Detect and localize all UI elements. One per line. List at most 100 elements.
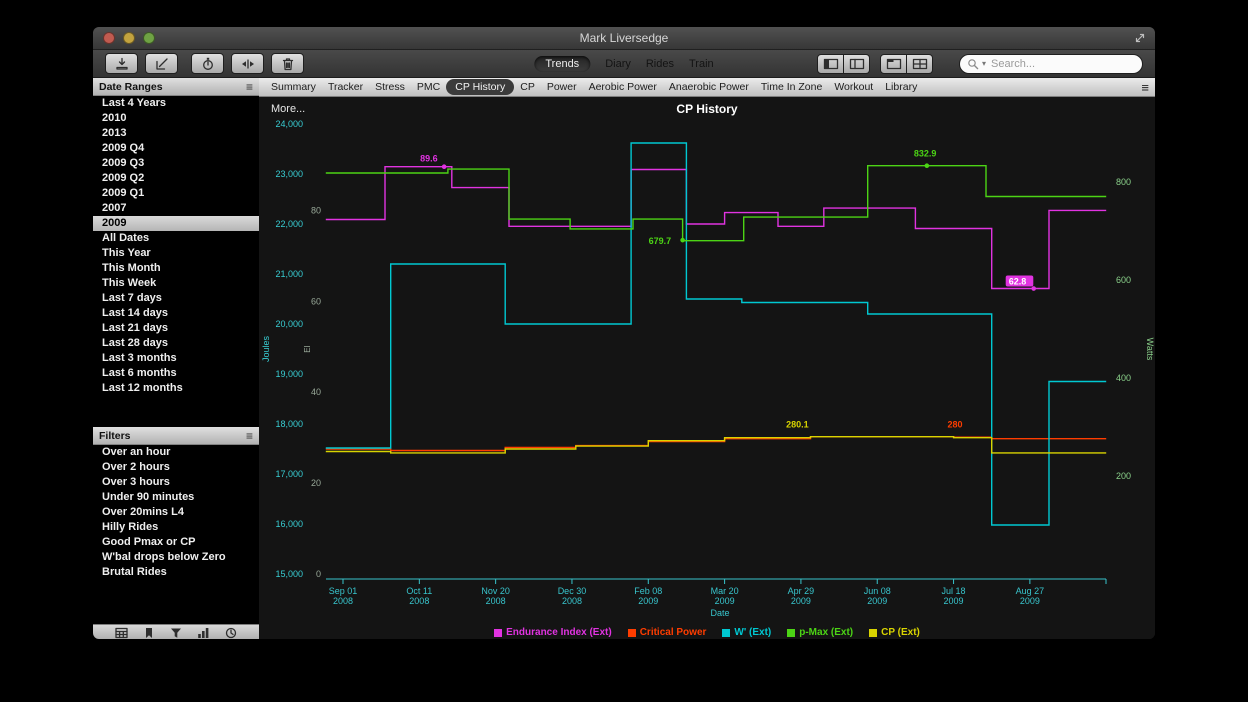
toggle-sidebar-button[interactable]	[817, 54, 844, 74]
date-ranges-title: Date Ranges	[99, 81, 163, 93]
segment-rides[interactable]: Rides	[646, 58, 674, 70]
tab-pmc[interactable]: PMC	[411, 80, 446, 94]
sidebar-item-last-28-days[interactable]: Last 28 days	[93, 336, 259, 351]
split-icon	[241, 57, 255, 71]
search-field[interactable]: ▾	[959, 54, 1143, 74]
sidebar-item-last-4-years[interactable]: Last 4 Years	[93, 96, 259, 111]
filter-item-hilly-rides[interactable]: Hilly Rides	[93, 520, 259, 535]
trash-icon	[281, 57, 295, 71]
delete-activity-button[interactable]	[271, 53, 304, 74]
sidebar-item-2010[interactable]: 2010	[93, 111, 259, 126]
svg-text:Sep 01: Sep 01	[329, 586, 358, 596]
sidebar-item-2007[interactable]: 2007	[93, 201, 259, 216]
sidebar-item-this-year[interactable]: This Year	[93, 246, 259, 261]
split-activity-button[interactable]	[231, 53, 264, 74]
svg-text:2009: 2009	[867, 596, 887, 606]
toggle-lowbar-button[interactable]	[844, 54, 870, 74]
sidebar-item-last-7-days[interactable]: Last 7 days	[93, 291, 259, 306]
date-ranges-header[interactable]: Date Ranges ≡	[93, 78, 259, 96]
filter-item-under-90-minutes[interactable]: Under 90 minutes	[93, 490, 259, 505]
toolbar: Trends Diary Rides Train	[93, 50, 1155, 78]
legend-label: p-Max (Ext)	[799, 627, 853, 638]
sidebar-item-last-14-days[interactable]: Last 14 days	[93, 306, 259, 321]
filter-item-over-2-hours[interactable]: Over 2 hours	[93, 460, 259, 475]
app-window: Mark Liversedge	[93, 27, 1155, 639]
close-button[interactable]	[103, 32, 115, 44]
calendar-icon[interactable]	[115, 627, 128, 639]
tab-aerobic-power[interactable]: Aerobic Power	[583, 80, 663, 94]
filter-item-over-an-hour[interactable]: Over an hour	[93, 445, 259, 460]
lowbar-icon	[849, 58, 865, 70]
filter-item-w-bal-drops-below-zero[interactable]: W'bal drops below Zero	[93, 550, 259, 565]
svg-text:Jun 08: Jun 08	[864, 586, 891, 596]
stopwatch-icon	[201, 57, 215, 71]
svg-text:62.8: 62.8	[1009, 277, 1027, 287]
legend-swatch	[869, 629, 877, 637]
segment-train[interactable]: Train	[689, 58, 714, 70]
sidebar-item-all-dates[interactable]: All Dates	[93, 231, 259, 246]
svg-text:Mar 20: Mar 20	[711, 586, 739, 596]
sidebar-item-2009-q2[interactable]: 2009 Q2	[93, 171, 259, 186]
chart-icon[interactable]	[197, 627, 210, 639]
filter-item-brutal-rides[interactable]: Brutal Rides	[93, 565, 259, 580]
toggle-recording-button[interactable]	[191, 53, 224, 74]
tabs-menu-icon[interactable]: ≡	[1141, 81, 1149, 94]
tab-summary[interactable]: Summary	[265, 80, 322, 94]
sidebar-item-this-month[interactable]: This Month	[93, 261, 259, 276]
sidebar-item-2009-q1[interactable]: 2009 Q1	[93, 186, 259, 201]
clock-icon[interactable]	[225, 627, 237, 639]
sidebar-item-2009-q4[interactable]: 2009 Q4	[93, 141, 259, 156]
sidebar-item-2013[interactable]: 2013	[93, 126, 259, 141]
svg-text:2009: 2009	[791, 596, 811, 606]
legend-swatch	[787, 629, 795, 637]
sidebar-item-this-week[interactable]: This Week	[93, 276, 259, 291]
svg-text:89.6: 89.6	[420, 154, 438, 164]
minimize-button[interactable]	[123, 32, 135, 44]
date-ranges-menu-icon[interactable]: ≡	[246, 81, 253, 93]
filter-item-over-20mins-l4[interactable]: Over 20mins L4	[93, 505, 259, 520]
tab-stress[interactable]: Stress	[369, 80, 411, 94]
tab-power[interactable]: Power	[541, 80, 583, 94]
sidebar-item-2009-q3[interactable]: 2009 Q3	[93, 156, 259, 171]
search-input[interactable]	[989, 57, 1113, 71]
tab-workout[interactable]: Workout	[828, 80, 879, 94]
sidebar-item-2009[interactable]: 2009	[93, 216, 259, 231]
download-activity-button[interactable]	[105, 53, 138, 74]
sidebar-spacer	[93, 580, 259, 624]
window-title: Mark Liversedge	[93, 27, 1155, 49]
sidebar-item-last-21-days[interactable]: Last 21 days	[93, 321, 259, 336]
legend-cp-ext: CP (Ext)	[869, 627, 920, 638]
filter-item-over-3-hours[interactable]: Over 3 hours	[93, 475, 259, 490]
legend-label: W' (Ext)	[734, 627, 771, 638]
bookmark-icon[interactable]	[143, 627, 155, 639]
filters-header[interactable]: Filters ≡	[93, 427, 259, 445]
filters-menu-icon[interactable]: ≡	[246, 430, 253, 442]
tiled-view-button[interactable]	[907, 54, 933, 74]
segment-trends[interactable]: Trends	[534, 56, 590, 72]
tab-time-in-zone[interactable]: Time In Zone	[755, 80, 828, 94]
sidebar-item-last-6-months[interactable]: Last 6 months	[93, 366, 259, 381]
chart-area: More... CP History Sep 012008Oct 112008N…	[259, 97, 1155, 639]
svg-text:400: 400	[1116, 373, 1131, 383]
tabbed-view-button[interactable]	[880, 54, 907, 74]
chart-legend: Endurance Index (Ext)Critical PowerW' (E…	[259, 627, 1155, 638]
tab-library[interactable]: Library	[879, 80, 923, 94]
svg-text:22,000: 22,000	[275, 219, 303, 229]
sidebar-item-last-3-months[interactable]: Last 3 months	[93, 351, 259, 366]
search-dropdown-icon[interactable]: ▾	[982, 60, 986, 68]
tab-cp-history[interactable]: CP History	[446, 79, 514, 95]
sidebar-item-last-12-months[interactable]: Last 12 months	[93, 381, 259, 396]
svg-text:40: 40	[311, 387, 321, 397]
manual-entry-button[interactable]	[145, 53, 178, 74]
fullscreen-icon[interactable]	[1133, 31, 1147, 45]
tab-cp[interactable]: CP	[514, 80, 541, 94]
funnel-icon[interactable]	[170, 627, 182, 639]
svg-text:Joules: Joules	[261, 335, 271, 362]
titlebar[interactable]: Mark Liversedge	[93, 27, 1155, 50]
tab-tracker[interactable]: Tracker	[322, 80, 369, 94]
segment-diary[interactable]: Diary	[605, 58, 631, 70]
zoom-button[interactable]	[143, 32, 155, 44]
filter-item-good-pmax-or-cp[interactable]: Good Pmax or CP	[93, 535, 259, 550]
tab-anaerobic-power[interactable]: Anaerobic Power	[663, 80, 755, 94]
svg-text:2009: 2009	[1020, 596, 1040, 606]
